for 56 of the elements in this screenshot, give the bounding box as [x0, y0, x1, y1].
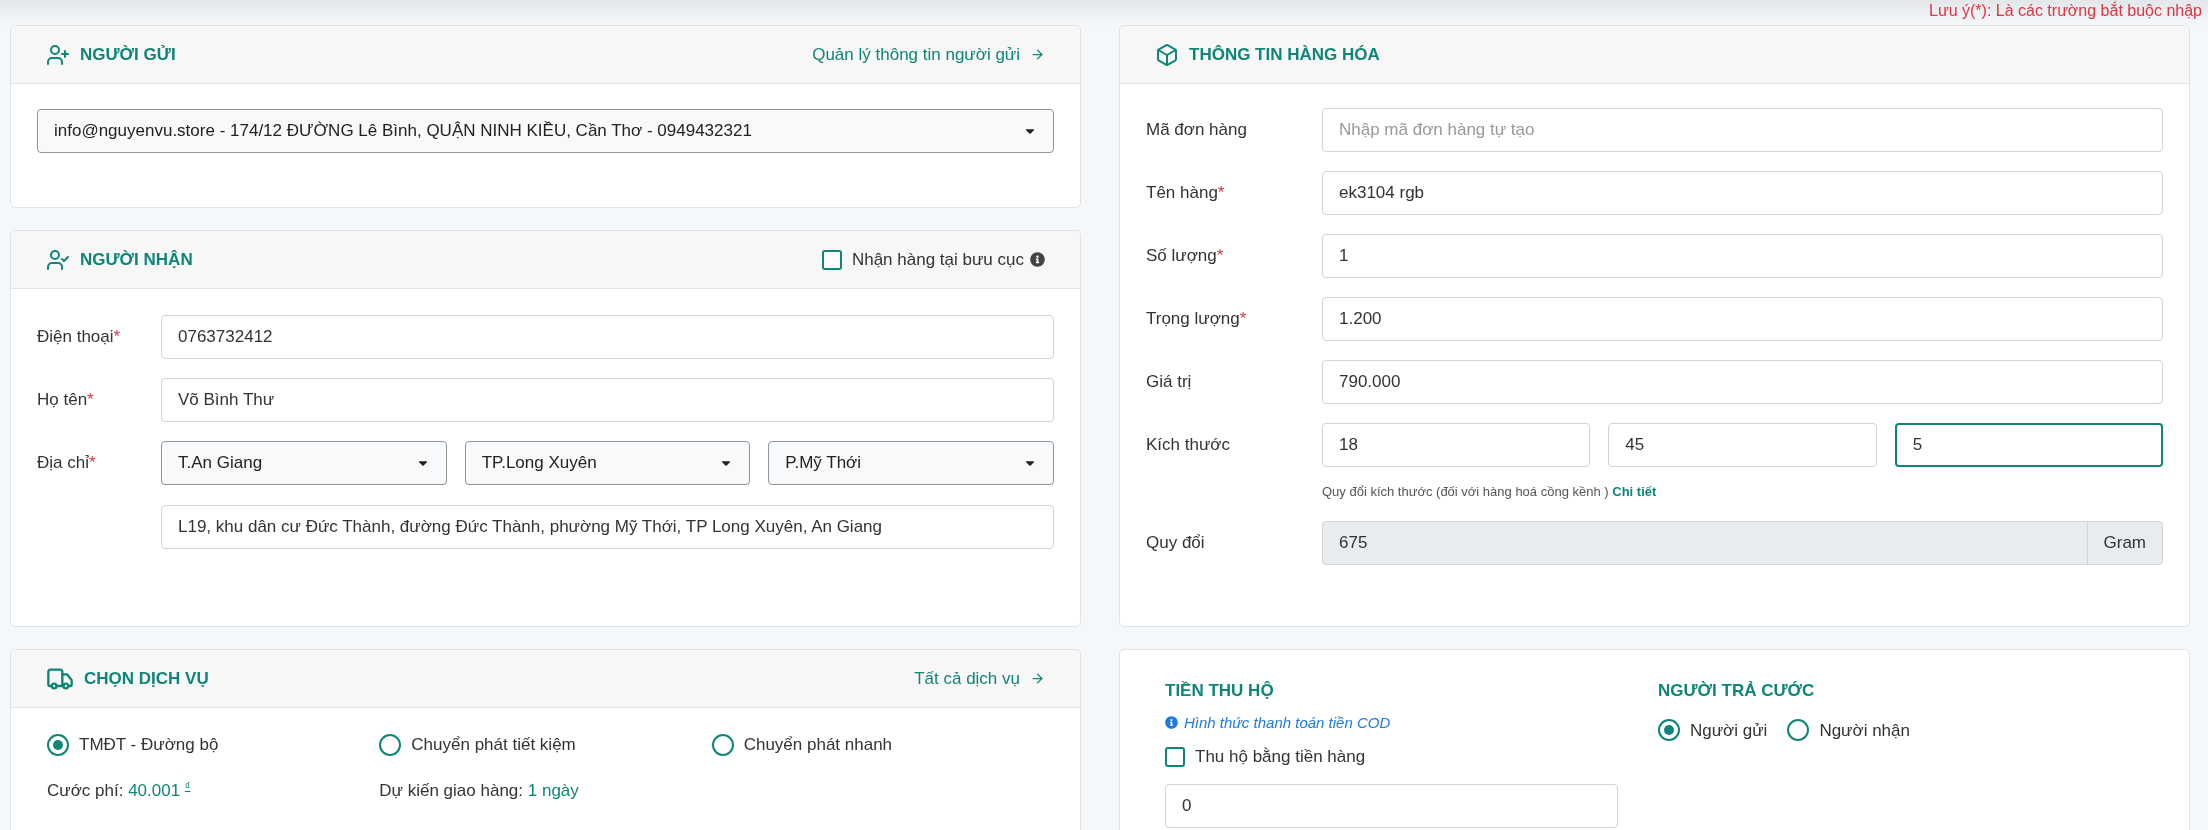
section-title: TIỀN THU HỘ	[1165, 680, 1274, 702]
radio-option[interactable]: Người gửi	[1658, 717, 1768, 743]
header-link[interactable]: Tất cả dịch vụ	[914, 665, 1045, 692]
card-title: CHỌN DỊCH VỤ	[84, 667, 209, 690]
field-label: Địa chỉ*	[37, 452, 96, 475]
required-note: Lưu ý(*): Là các trường bắt buộc nhập	[1929, 0, 2202, 21]
input-field[interactable]: 45	[1608, 423, 1877, 467]
select-field[interactable]: info@nguyenvu.store - 174/12 ĐƯỜNG Lê Bình, QUẬN NINH KIỀU, Cần Thơ - 0949432321	[37, 109, 1054, 153]
arrow-right-icon	[1030, 47, 1045, 62]
input-field[interactable]: 0763732412	[161, 315, 1054, 359]
input-field[interactable]: 18	[1322, 423, 1591, 467]
unit-label: Gram	[2086, 521, 2162, 564]
field-label: Trọng lượng*	[1146, 308, 1248, 331]
field-label: Kích thước	[1146, 434, 1231, 457]
conversion-field[interactable]: 675 Gram	[1322, 520, 2163, 565]
radio-option[interactable]: TMĐT - Đường bộ	[47, 732, 380, 758]
card-title: THÔNG TIN HÀNG HÓA	[1189, 43, 1380, 66]
field-label: Điện thoại*	[37, 326, 122, 349]
input-field[interactable]: 0	[1165, 783, 1618, 828]
input-field[interactable]: Nhập mã đơn hàng tự tạo	[1322, 108, 2163, 152]
radio-option[interactable]: Chuyển phát nhanh	[711, 732, 1044, 758]
input-field[interactable]: 1.200	[1322, 297, 2163, 341]
card-title: NGƯỜI NHẬN	[80, 248, 193, 271]
field-label: Họ tên*	[37, 389, 95, 412]
select-field[interactable]: T.An Giang	[161, 441, 447, 485]
cod-hint: Hình thức thanh toán tiền COD	[1165, 711, 1391, 734]
field-label: Mã đơn hàng	[1146, 119, 1248, 142]
info-icon	[1165, 716, 1178, 730]
detail-link[interactable]: Chi tiết	[1612, 484, 1657, 499]
delivery-text: Dự kiến giao hàng: 1 ngày	[379, 779, 580, 802]
input-field[interactable]: 5	[1894, 423, 2163, 467]
field-label: Giá trị	[1146, 371, 1193, 394]
checkbox[interactable]: Nhận hàng tại bưu cục	[821, 246, 1024, 273]
radio-option[interactable]: Chuyển phát tiết kiệm	[379, 732, 712, 758]
card-title: NGƯỜI GỬI	[80, 43, 176, 66]
user-plus-icon	[46, 42, 70, 67]
field-label: Số lượng*	[1146, 245, 1225, 268]
radio-option[interactable]: Người nhận	[1787, 717, 1910, 743]
input-field[interactable]: Võ Bình Thư	[161, 378, 1054, 422]
checkbox[interactable]: Thu hộ bằng tiền hàng	[1165, 744, 1366, 770]
field-label: Tên hàng*	[1146, 182, 1226, 205]
input-field[interactable]: 790.000	[1322, 360, 2163, 404]
select-field[interactable]: TP.Long Xuyên	[464, 441, 751, 485]
hint-text: Quy đổi kích thước (đối với hàng hoá cồng kềnh ) Chi tiết	[1322, 483, 1658, 501]
select-field[interactable]: P.Mỹ Thới	[768, 441, 1054, 485]
fee-text: Cước phí: 40.001 $^{₫}$	[47, 779, 192, 802]
info-icon	[1030, 252, 1045, 267]
arrow-right-icon	[1030, 671, 1045, 686]
box-icon	[1155, 42, 1179, 67]
input-field[interactable]: 1	[1322, 234, 2163, 278]
user-check-icon	[46, 247, 70, 272]
field-label: Quy đổi	[1146, 531, 1206, 554]
input-field[interactable]: L19, khu dân cư Đức Thành, đường Đức Thành, phường Mỹ Thới, TP Long Xuyên, An Giang	[161, 505, 1054, 549]
input-field[interactable]: ek3104 rgb	[1322, 171, 2163, 215]
section-title: NGƯỜI TRẢ CƯỚC	[1658, 680, 1815, 702]
header-link[interactable]: Quản lý thông tin người gửi	[812, 41, 1045, 68]
